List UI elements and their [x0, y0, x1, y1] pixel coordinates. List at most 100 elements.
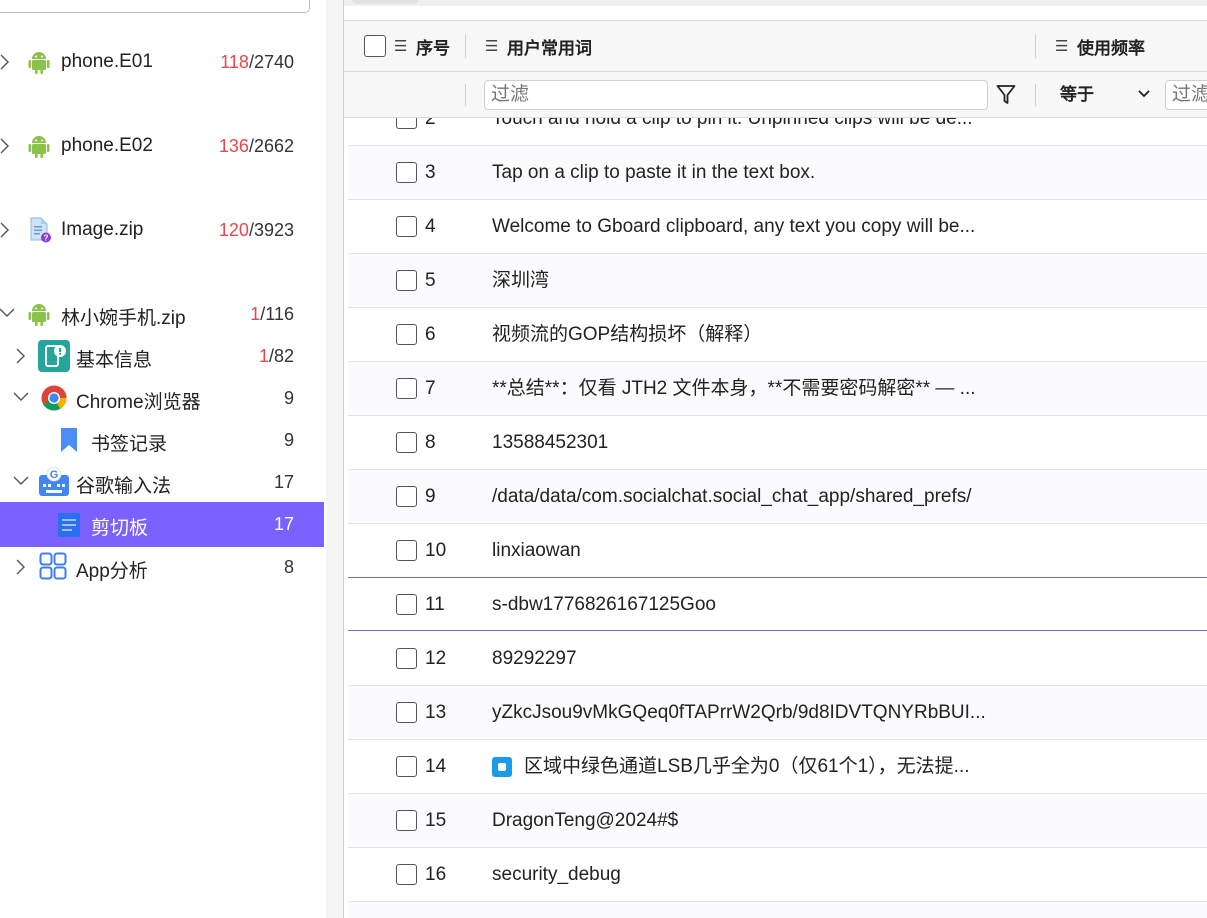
- tree-item-gboard[interactable]: G 谷歌输入法 17: [0, 463, 324, 501]
- tree-item-image-zip[interactable]: ? Image.zip 120/3923: [0, 211, 324, 249]
- filter-funnel-icon[interactable]: [996, 84, 1016, 106]
- table-row[interactable]: 9 /data/data/com.socialchat.social_chat_…: [348, 470, 1207, 524]
- header-word-label: 用户常用词: [507, 38, 592, 58]
- table-row[interactable]: 8 13588452301: [348, 416, 1207, 470]
- tree-item-count: 8: [283, 557, 294, 577]
- table-row[interactable]: 4 Welcome to Gboard clipboard, any text …: [348, 200, 1207, 254]
- row-text: DragonTeng@2024#$: [492, 810, 679, 831]
- row-text: Welcome to Gboard clipboard, any text yo…: [492, 216, 976, 237]
- row-checkbox[interactable]: [396, 432, 417, 453]
- chevron-down-icon[interactable]: [0, 306, 16, 324]
- table-row[interactable]: 13 yZkcJsou9vMkGQeq0fTAPrrW2Qrb/9d8IDVTQ…: [348, 686, 1207, 740]
- table-row[interactable]: 6 视频流的GOP结构损坏（解释）: [348, 308, 1207, 362]
- chevron-right-icon[interactable]: [0, 53, 16, 71]
- row-text: security_debug: [492, 864, 621, 885]
- column-menu-icon[interactable]: ☰: [394, 37, 410, 55]
- row-checkbox[interactable]: [396, 594, 417, 615]
- row-checkbox[interactable]: [396, 324, 417, 345]
- tree-item-bookmarks[interactable]: 书签记录 9: [0, 421, 324, 459]
- clipboard-icon: [55, 511, 83, 539]
- chevron-down-icon[interactable]: [12, 390, 30, 408]
- row-index: 14: [425, 756, 447, 777]
- chevron-right-icon[interactable]: [0, 137, 16, 155]
- android-icon: [25, 48, 53, 76]
- row-index: 6: [425, 324, 436, 345]
- table-row[interactable]: 14 区域中绿色通道LSB几乎全为0（仅61个1），无法提...: [348, 740, 1207, 794]
- table-row[interactable]: 10 linxiaowan: [348, 524, 1207, 578]
- table-row[interactable]: 16 security_debug: [348, 848, 1207, 902]
- tree-item-app-analysis[interactable]: App分析 8: [0, 548, 324, 586]
- tree-item-count: 9: [283, 430, 294, 450]
- row-checkbox[interactable]: [396, 702, 417, 723]
- tree-search-input[interactable]: [0, 0, 310, 13]
- row-text: 视频流的GOP结构损坏（解释）: [492, 324, 763, 345]
- tree-item-label: 谷歌输入法: [76, 476, 172, 497]
- row-index: 2: [425, 118, 436, 129]
- row-text: 深圳湾: [492, 270, 550, 291]
- column-divider[interactable]: [1035, 34, 1036, 58]
- grid-body: 2 Touch and hold a clip to pin it. Unpin…: [344, 118, 1207, 918]
- row-index: 5: [425, 270, 436, 291]
- row-checkbox[interactable]: [396, 756, 417, 777]
- table-row-focused[interactable]: 11 s-dbw1776826167125Goo: [348, 577, 1207, 631]
- row-checkbox[interactable]: [396, 216, 417, 237]
- table-row[interactable]: 3 Tap on a clip to paste it in the text …: [348, 146, 1207, 200]
- row-text: 13588452301: [492, 432, 609, 453]
- row-checkbox[interactable]: [396, 118, 417, 129]
- table-row[interactable]: 12 89292297: [348, 632, 1207, 686]
- clipboard-grid: ☰ 序号 ☰ 用户常用词 ☰ 使用频率 等于 2 Touch an: [343, 0, 1207, 918]
- row-index: 3: [425, 162, 436, 183]
- row-checkbox[interactable]: [396, 378, 417, 399]
- row-index: 7: [425, 378, 436, 399]
- row-checkbox[interactable]: [396, 864, 417, 885]
- row-checkbox[interactable]: [396, 810, 417, 831]
- row-index: 10: [425, 540, 447, 561]
- chevron-right-icon[interactable]: [14, 347, 32, 365]
- tree-item-count: 17: [273, 472, 294, 492]
- chrome-icon: [40, 384, 68, 412]
- freq-operator-select[interactable]: 等于: [1060, 80, 1094, 110]
- header-index-column[interactable]: ☰ 序号: [364, 21, 450, 71]
- android-icon: [25, 132, 53, 160]
- chevron-down-icon[interactable]: [12, 474, 30, 492]
- row-text: 区域中绿色通道LSB几乎全为0（仅61个1），无法提...: [492, 740, 970, 794]
- column-menu-icon[interactable]: ☰: [1055, 37, 1071, 55]
- table-row[interactable]: 5 深圳湾: [348, 254, 1207, 308]
- row-text: yZkcJsou9vMkGQeq0fTAPrrW2Qrb/9d8IDVTQNYR…: [492, 702, 986, 723]
- case-tree-panel: phone.E01 118/2740 phone.E02 136/2662 ? …: [0, 0, 326, 918]
- row-checkbox[interactable]: [396, 648, 417, 669]
- chevron-right-icon[interactable]: [0, 221, 16, 239]
- table-row[interactable]: 7 **总结**：仅看 JTH2 文件本身，**不需要密码解密** — ...: [348, 362, 1207, 416]
- tree-item-count: 1/82: [258, 346, 294, 366]
- row-checkbox[interactable]: [396, 270, 417, 291]
- tree-item-phone-e01[interactable]: phone.E01 118/2740: [0, 43, 324, 81]
- panel-splitter[interactable]: [326, 0, 343, 918]
- tree-item-lin-phone-zip[interactable]: 林小婉手机.zip 1/116: [0, 295, 324, 333]
- header-word-column[interactable]: ☰ 用户常用词: [485, 21, 592, 71]
- select-all-checkbox[interactable]: [364, 35, 386, 57]
- table-row[interactable]: 2 Touch and hold a clip to pin it. Unpin…: [348, 118, 1207, 146]
- freq-filter-input[interactable]: [1165, 80, 1207, 110]
- row-text: 89292297: [492, 648, 577, 669]
- column-menu-icon[interactable]: ☰: [485, 37, 501, 55]
- tree-item-phone-e02[interactable]: phone.E02 136/2662: [0, 127, 324, 165]
- word-filter-input[interactable]: [484, 80, 988, 110]
- tree-item-basic-info[interactable]: 基本信息 1/82: [0, 337, 324, 375]
- header-freq-column[interactable]: ☰ 使用频率: [1055, 21, 1145, 71]
- row-index: 13: [425, 702, 447, 723]
- table-row[interactable]: [348, 902, 1207, 918]
- row-checkbox[interactable]: [396, 540, 417, 561]
- row-checkbox[interactable]: [396, 486, 417, 507]
- chevron-down-icon[interactable]: [1136, 86, 1152, 102]
- row-checkbox[interactable]: [396, 162, 417, 183]
- tree-item-chrome[interactable]: Chrome浏览器 9: [0, 379, 324, 417]
- row-index: 8: [425, 432, 436, 453]
- column-divider[interactable]: [465, 34, 466, 58]
- table-row[interactable]: 15 DragonTeng@2024#$: [348, 794, 1207, 848]
- row-text: /data/data/com.socialchat.social_chat_ap…: [492, 486, 972, 507]
- grid-top-tab[interactable]: [344, 0, 1207, 6]
- grid-header: ☰ 序号 ☰ 用户常用词 ☰ 使用频率: [344, 20, 1207, 72]
- chevron-right-icon[interactable]: [14, 558, 32, 576]
- tree-item-clipboard[interactable]: 剪切板 17: [0, 502, 324, 547]
- row-text-content: 区域中绿色通道LSB几乎全为0（仅61个1），无法提...: [524, 756, 970, 777]
